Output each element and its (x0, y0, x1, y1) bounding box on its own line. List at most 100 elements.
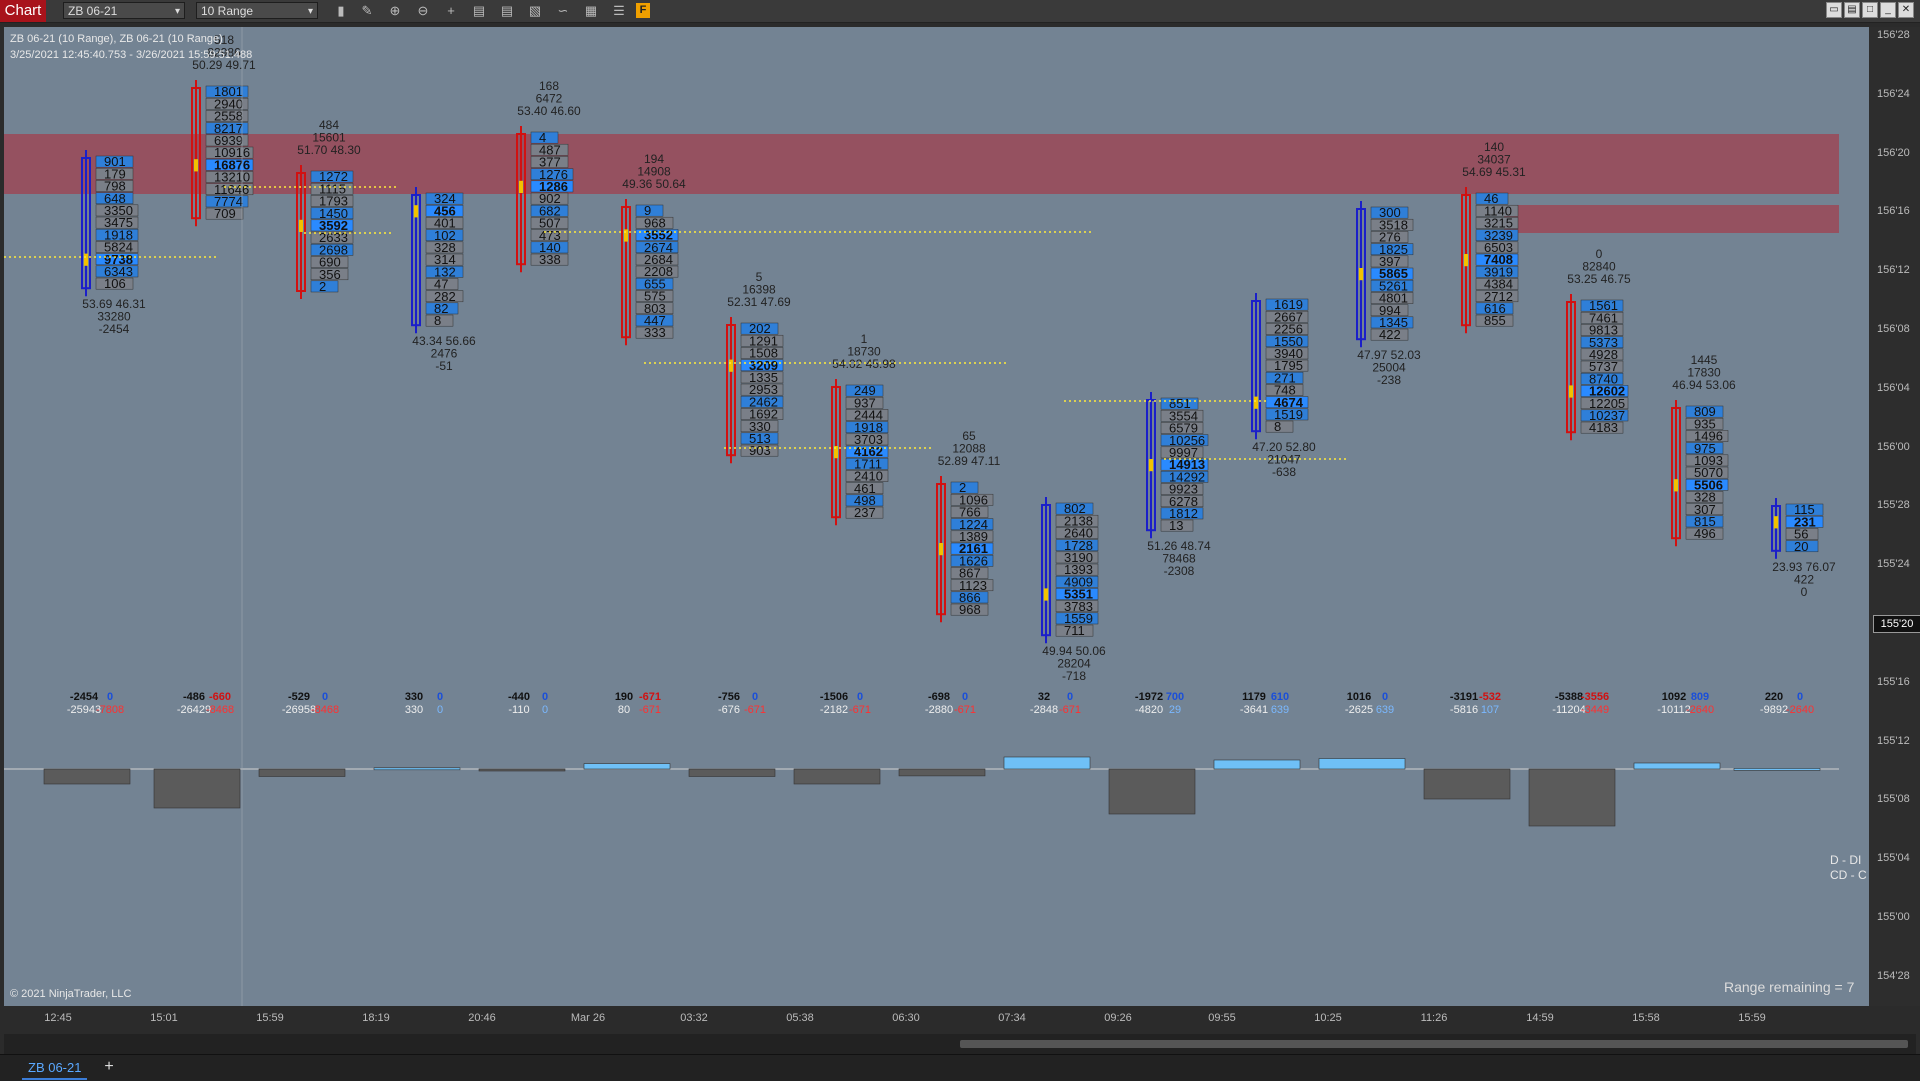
range-remaining: Range remaining = 7 (1724, 979, 1855, 995)
time-tick-label: 09:55 (1208, 1012, 1236, 1024)
price-axis[interactable]: 156'28 156'24 156'20 156'16 156'12 156'08 156'… (1869, 27, 1920, 1007)
bar-type-icon[interactable]: ▮ (332, 2, 350, 20)
bar-stat-header: 46.94 53.06 (1672, 378, 1736, 392)
footprint-bar: 1561746198135373492857378740126021220510… (1566, 247, 1631, 441)
crosshair-icon[interactable]: + (442, 2, 460, 20)
price-tick-label: 156'24 (1877, 87, 1910, 100)
price-tick-label: 155'12 (1877, 734, 1910, 747)
bar-stat-footer: -51 (435, 359, 453, 373)
delta-imbalance-value: 0 (962, 691, 968, 703)
volume-value: 711 (1064, 623, 1085, 638)
data-box-icon[interactable]: ☰ (610, 2, 628, 20)
cumulative-imbalance-value: 639 (1376, 704, 1394, 716)
cumulative-imbalance-value: 107 (1481, 704, 1499, 716)
tile-icon[interactable]: ▤ (1844, 2, 1860, 18)
delta-label-d: D - DI (1830, 853, 1862, 867)
horizontal-scrollbar[interactable] (4, 1034, 1916, 1054)
cumulative-imbalance-value: -8468 (311, 704, 339, 716)
scroll-thumb[interactable] (960, 1040, 1908, 1048)
templates-icon[interactable]: ▤ (498, 2, 516, 20)
cumulative-delta-value: -2848 (1030, 704, 1058, 716)
cumulative-delta-value: -4820 (1135, 704, 1163, 716)
delta-bar (793, 768, 881, 785)
footprint-bar: 8099351496975109350705506328307815496144… (1671, 353, 1736, 547)
chart-trader-icon[interactable]: ▦ (582, 2, 600, 20)
delta-bar (258, 768, 346, 777)
candle-poc-marker (1359, 268, 1363, 281)
delta-value: 32 (1038, 691, 1050, 703)
delta-value: -5388 (1555, 691, 1583, 703)
restore-icon[interactable]: ▭ (1826, 2, 1842, 18)
time-tick-label: 05:38 (786, 1012, 814, 1024)
candle-poc-marker (519, 180, 523, 193)
properties-icon[interactable]: ▤ (470, 2, 488, 20)
chart-title: ZB 06-21 (10 Range), ZB 06-21 (10 Range) (10, 33, 223, 45)
footprint-bar: 4611403215323965037408391943842712616855… (1461, 140, 1526, 334)
interval-selector[interactable]: 10 Range ▾ (196, 2, 318, 19)
delta-imbalance-value: 0 (1382, 691, 1388, 703)
delta-bar (1633, 762, 1721, 770)
bar-stat-header: 54.69 45.31 (1462, 165, 1526, 179)
instrument-selector[interactable]: ZB 06-21 ▾ (63, 2, 185, 19)
bar-stat-header: 53.40 46.60 (517, 104, 581, 118)
volume-value: 106 (104, 276, 126, 291)
supply-zone (4, 134, 1839, 194)
bar-stat-header: 53.25 46.75 (1567, 272, 1631, 286)
candle-poc-marker (1774, 516, 1778, 529)
cumulative-imbalance-value: -671 (954, 704, 976, 716)
time-tick-label: 15:58 (1632, 1012, 1660, 1024)
delta-bar (1108, 768, 1196, 815)
price-cursor-label: 155'20 (1873, 615, 1920, 633)
delta-value: -756 (718, 691, 740, 703)
delta-imbalance-value: -671 (639, 691, 661, 703)
close-icon[interactable]: ✕ (1898, 2, 1914, 18)
footprint-bar: 1619266722561550394017952717484674151984… (1251, 293, 1316, 479)
delta-value: -1506 (820, 691, 848, 703)
price-tick-label: 156'28 (1877, 29, 1910, 41)
instrument-selector-value: ZB 06-21 (68, 4, 118, 18)
candle-poc-marker (1254, 396, 1258, 409)
cumulative-delta-value: -110 (508, 704, 529, 716)
strategy-icon[interactable]: ▧ (526, 2, 544, 20)
add-tab-button[interactable]: + (100, 1058, 118, 1076)
delta-imbalance-value: 0 (1797, 691, 1803, 703)
cumulative-delta-value: -5816 (1450, 704, 1478, 716)
time-axis[interactable]: 12:45 15:01 15:59 18:19 20:46 Mar 26 03:32 05:3… (0, 1006, 1920, 1030)
chevron-down-icon: ▾ (174, 6, 180, 17)
delta-imbalance-value: 0 (107, 691, 113, 703)
delta-value: 330 (405, 691, 423, 703)
bar-stat-header: 54.02 45.98 (832, 357, 896, 371)
f-icon[interactable]: F (636, 3, 650, 18)
footprint-bar: 9968355226742684220865557580344733319414… (621, 152, 686, 346)
zoom-out-icon[interactable]: ⊖ (414, 2, 432, 20)
bar-stat-footer: -638 (1272, 465, 1296, 479)
delta-imbalance-value: 0 (857, 691, 863, 703)
delta-bar (43, 768, 131, 785)
candle-poc-marker (1149, 459, 1153, 472)
copyright: © 2021 NinjaTrader, LLC (10, 988, 132, 1000)
time-tick-label: 03:32 (680, 1012, 708, 1024)
chart-canvas[interactable]: 9011797986483350347519185824973863431065… (4, 27, 1869, 1007)
price-tick-label: 154'28 (1877, 969, 1910, 982)
footprint-bar: 2021291150832091335295324621692330513903… (726, 270, 791, 464)
candle-poc-marker (1569, 385, 1573, 398)
indicator-icon[interactable]: ∽ (554, 2, 572, 20)
volume-value: 855 (1484, 313, 1506, 328)
candle-poc-marker (299, 219, 303, 232)
cumulative-imbalance-value: -671 (744, 704, 766, 716)
delta-bar (583, 763, 671, 770)
volume-value: 4183 (1589, 420, 1618, 435)
maximize-icon[interactable]: □ (1862, 2, 1878, 18)
tab-zb-06-21[interactable]: ZB 06-21 (22, 1058, 88, 1080)
volume-value: 8 (434, 313, 441, 328)
draw-tool-icon[interactable]: ✎ (358, 2, 376, 20)
footprint-bar: 1272111517931450359226332698690356248415… (296, 118, 361, 299)
chart-panel[interactable]: 901 179 798 648 3350 3475 1918 5824 9738 6343 106 5… (4, 27, 1869, 1007)
chart-badge[interactable]: Chart (0, 0, 46, 22)
minimize-icon[interactable]: _ (1880, 2, 1896, 18)
delta-imbalance-value: 0 (437, 691, 443, 703)
price-tick-label: 155'16 (1877, 675, 1910, 688)
zoom-in-icon[interactable]: ⊕ (386, 2, 404, 20)
chart-toolbar: Chart ZB 06-21 ▾ 10 Range ▾ ▮ ✎ ⊕ ⊖ + ▤ … (0, 0, 1920, 23)
delta-bar (688, 768, 776, 777)
